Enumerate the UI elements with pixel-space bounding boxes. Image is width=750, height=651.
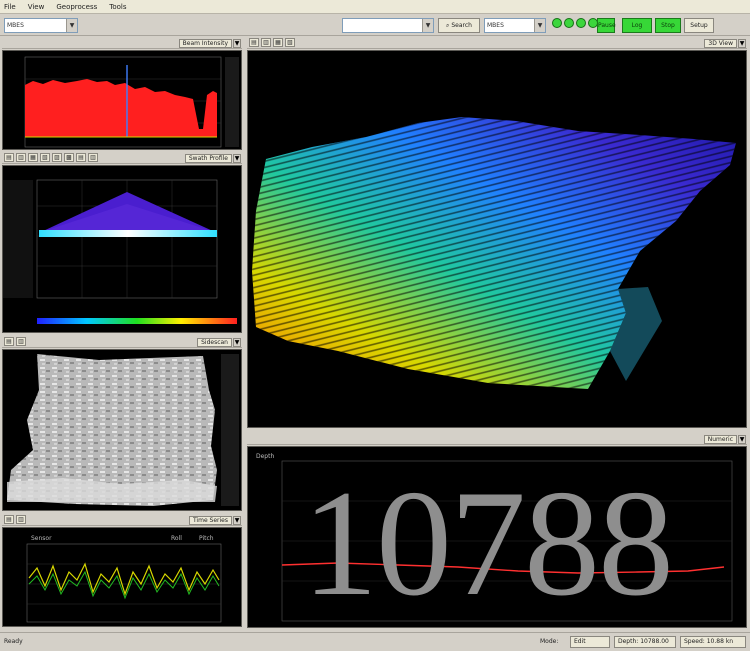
search-button[interactable]: ⌕ Search [438, 18, 480, 33]
menu-file[interactable]: File [4, 3, 16, 11]
timeseries-panel-header: ▤ ▥ Time Series ▼ [2, 514, 242, 526]
pause-button-label: Pause [598, 22, 616, 29]
view3d-panel-header: ▤ ▥ ▦ ▧ 3D View ▼ [247, 37, 747, 49]
source-select-value: MBES [487, 22, 504, 29]
pause-button[interactable]: Pause [597, 18, 616, 33]
swath-axis-strip [3, 180, 33, 298]
status-message: Ready [4, 638, 23, 645]
menu-view[interactable]: View [28, 3, 45, 11]
toolbar-icon[interactable]: ▧ [285, 38, 295, 47]
intensity-panel [2, 50, 242, 150]
sensor-select-value: MBES [7, 22, 24, 29]
chevron-down-icon[interactable]: ▼ [233, 516, 241, 525]
view3d-panel-title[interactable]: 3D View [704, 39, 737, 48]
file-select[interactable]: ▼ [342, 18, 434, 33]
chevron-down-icon[interactable]: ▼ [738, 39, 746, 48]
status-speed: Speed: 10.88 kn [680, 636, 746, 648]
toolbar: MBES ▼ ▼ ⌕ Search MBES ▼ Pause Log Stop … [0, 14, 750, 36]
chevron-down-icon[interactable]: ▼ [233, 338, 241, 347]
depth-readout: 10788 [302, 459, 674, 627]
sidescan-panel-title[interactable]: Sidescan [197, 338, 232, 347]
swath-seafloor-band [39, 230, 217, 237]
toolbar-icon[interactable]: ▤ [76, 153, 86, 162]
sidescan-side-scale [221, 354, 239, 506]
menu-geoprocess[interactable]: Geoprocess [56, 3, 97, 11]
timeseries-panel-title[interactable]: Time Series [188, 516, 232, 525]
sensor-select[interactable]: MBES ▼ [4, 18, 78, 33]
intensity-side-scale [225, 57, 239, 147]
timeseries-chart: Sensor Roll Pitch [26, 535, 222, 623]
swath-panel-header: ▤ ▥ ▦ ▧ ▨ ▩ ▤ ▥ Swath Profile ▼ [2, 152, 242, 164]
toolbar-icon[interactable]: ▥ [261, 38, 271, 47]
numeric-panel-title[interactable]: Numeric [703, 435, 737, 444]
status-indicator-3 [576, 18, 586, 28]
setup-button[interactable]: Setup [684, 18, 714, 33]
chevron-down-icon[interactable]: ▼ [233, 39, 241, 48]
stop-button[interactable]: Stop [655, 18, 681, 33]
status-indicator-2 [564, 18, 574, 28]
menu-tools[interactable]: Tools [109, 3, 126, 11]
setup-button-label: Setup [690, 22, 708, 29]
toolbar-icon[interactable]: ▥ [16, 337, 26, 346]
menu-bar: File View Geoprocess Tools [0, 0, 750, 14]
toolbar-icon[interactable]: ▧ [40, 153, 50, 162]
chevron-down-icon[interactable]: ▼ [738, 435, 746, 444]
color-scale-bar [37, 318, 237, 324]
toolbar-icon[interactable]: ▥ [16, 153, 26, 162]
timeseries-panel: Sensor Roll Pitch [2, 527, 242, 627]
view3d-panel [247, 50, 747, 428]
toolbar-icon[interactable]: ▥ [88, 153, 98, 162]
sidescan-image [3, 350, 241, 510]
status-depth: Depth: 10788.00 [614, 636, 676, 648]
status-bar: Ready Mode: Edit Depth: 10788.00 Speed: … [0, 632, 750, 651]
status-indicator-1 [552, 18, 562, 28]
chevron-down-icon[interactable]: ▼ [66, 19, 77, 32]
sidescan-panel [2, 349, 242, 511]
timeseries-legend-left: Sensor [31, 535, 52, 542]
intensity-panel-title[interactable]: Beam Intensity [178, 39, 232, 48]
log-button-label: Log [631, 22, 643, 29]
status-mode-label: Mode: [540, 638, 559, 645]
numeric-panel: Depth 10788 [247, 446, 747, 628]
chevron-down-icon[interactable]: ▼ [534, 19, 545, 32]
chevron-down-icon[interactable]: ▼ [422, 19, 433, 32]
numeric-panel-header: Numeric ▼ [247, 433, 747, 445]
toolbar-icon[interactable]: ▦ [28, 153, 38, 162]
stop-button-label: Stop [661, 22, 675, 29]
toolbar-icon[interactable]: ▨ [52, 153, 62, 162]
application-window: File View Geoprocess Tools MBES ▼ ▼ ⌕ Se… [0, 0, 750, 651]
swath-panel [2, 165, 242, 333]
toolbar-icon[interactable]: ▤ [249, 38, 259, 47]
sidescan-panel-header: ▤ ▥ Sidescan ▼ [2, 336, 242, 348]
toolbar-icon[interactable]: ▦ [273, 38, 283, 47]
toolbar-icon[interactable]: ▤ [4, 337, 14, 346]
toolbar-icon[interactable]: ▤ [4, 153, 14, 162]
swath-chart [3, 179, 237, 324]
search-button-label: Search [451, 22, 472, 29]
log-button[interactable]: Log [622, 18, 652, 33]
source-select[interactable]: MBES ▼ [484, 18, 546, 33]
bathymetry-3d-surface [248, 51, 746, 427]
status-mode-value: Edit [570, 636, 610, 648]
search-icon: ⌕ [446, 22, 450, 29]
toolbar-icon[interactable]: ▩ [64, 153, 74, 162]
toolbar-icon[interactable]: ▤ [4, 515, 14, 524]
intensity-chart [24, 56, 239, 148]
intensity-panel-header: Beam Intensity ▼ [2, 37, 242, 49]
chevron-down-icon[interactable]: ▼ [233, 154, 241, 163]
toolbar-icon[interactable]: ▥ [16, 515, 26, 524]
swath-panel-title[interactable]: Swath Profile [184, 154, 232, 163]
timeseries-legend-roll: Roll [171, 535, 182, 542]
timeseries-legend-pitch: Pitch [199, 535, 214, 542]
